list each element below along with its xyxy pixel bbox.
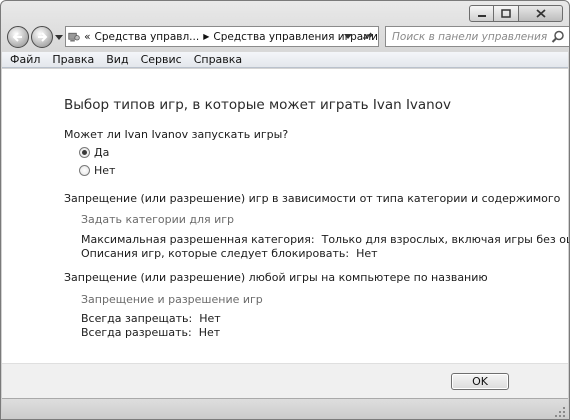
close-icon — [535, 9, 546, 18]
blocked-descriptions-value: Нет — [356, 247, 378, 260]
chevron-down-icon — [344, 34, 352, 39]
menu-bar: Файл Правка Вид Сервис Справка — [2, 51, 568, 68]
block-allow-games-link[interactable]: Запрещение и разрешение игр — [81, 293, 263, 306]
address-dropdown-button[interactable] — [342, 32, 354, 42]
forward-button[interactable] — [31, 26, 53, 48]
radio-no-button[interactable] — [79, 165, 90, 176]
breadcrumb-overflow[interactable]: « — [84, 31, 90, 43]
always-allow-label: Всегда разрешать: — [81, 326, 192, 339]
menu-file[interactable]: Файл — [10, 53, 40, 66]
radio-yes[interactable]: Да — [79, 146, 109, 159]
control-panel-window: « Средства управл... ▶ Средства управлен… — [0, 0, 570, 420]
menu-tools[interactable]: Сервис — [141, 53, 182, 66]
radio-yes-label[interactable]: Да — [94, 146, 109, 159]
menu-view[interactable]: Вид — [106, 53, 128, 66]
main-content: Выбор типов игр, в которые может играть … — [2, 69, 569, 363]
control-panel-icon — [68, 32, 80, 42]
refresh-button[interactable] — [362, 32, 374, 42]
radio-yes-button[interactable] — [79, 147, 90, 158]
page-title: Выбор типов игр, в которые может играть … — [64, 97, 451, 113]
breadcrumb-separator-icon[interactable]: ▶ — [203, 32, 209, 41]
caption-buttons — [469, 5, 563, 22]
max-category-label: Максимальная разрешенная категория: — [81, 233, 315, 246]
max-category-value: Только для взрослых, включая игры без оц… — [321, 233, 569, 246]
close-button[interactable] — [519, 5, 563, 22]
always-allow-row: Всегда разрешать: Нет — [81, 326, 220, 339]
resize-grip-icon[interactable] — [554, 406, 566, 418]
run-games-question: Может ли Ivan Ivanov запускать игры? — [64, 128, 289, 141]
recent-pages-dropdown-icon[interactable] — [55, 33, 63, 41]
blocked-descriptions-label: Описания игр, которые следует блокироват… — [81, 247, 350, 260]
radio-no-label[interactable]: Нет — [94, 164, 115, 177]
category-section-heading: Запрещение (или разрешение) игр в зависи… — [64, 192, 561, 205]
radio-no[interactable]: Нет — [79, 164, 115, 177]
menu-edit[interactable]: Правка — [52, 53, 94, 66]
arrow-right-icon — [38, 32, 48, 42]
search-box[interactable]: Поиск в панели управления — [385, 26, 569, 47]
breadcrumb-item-control-panel[interactable]: Средства управл... — [95, 31, 200, 43]
set-game-categories-link[interactable]: Задать категории для игр — [81, 213, 234, 226]
address-bar[interactable]: « Средства управл... ▶ Средства управлен… — [65, 26, 399, 47]
status-bar — [2, 398, 568, 419]
blocked-descriptions-row: Описания игр, которые следует блокироват… — [81, 247, 378, 260]
button-area: OK — [2, 363, 568, 398]
search-icon[interactable] — [551, 30, 565, 44]
always-block-row: Всегда запрещать: Нет — [81, 312, 221, 325]
back-button[interactable] — [7, 26, 29, 48]
search-input[interactable]: Поиск в панели управления — [392, 31, 551, 43]
refresh-icon — [363, 32, 373, 39]
menu-help[interactable]: Справка — [194, 53, 242, 66]
breadcrumb: « Средства управл... ▶ Средства управлен… — [84, 31, 378, 43]
maximize-icon — [501, 9, 511, 18]
always-block-value: Нет — [199, 312, 221, 325]
navigation-bar: « Средства управл... ▶ Средства управлен… — [7, 26, 569, 48]
ok-button[interactable]: OK — [451, 373, 509, 390]
always-allow-value: Нет — [198, 326, 221, 339]
always-block-label: Всегда запрещать: — [81, 312, 193, 325]
arrow-left-icon — [12, 32, 22, 42]
by-name-section-heading: Запрещение (или разрешение) любой игры н… — [64, 271, 488, 284]
minimize-icon — [477, 14, 486, 17]
maximize-button[interactable] — [494, 5, 519, 22]
minimize-button[interactable] — [469, 5, 494, 22]
max-category-row: Максимальная разрешенная категория: Тольк… — [81, 233, 569, 246]
